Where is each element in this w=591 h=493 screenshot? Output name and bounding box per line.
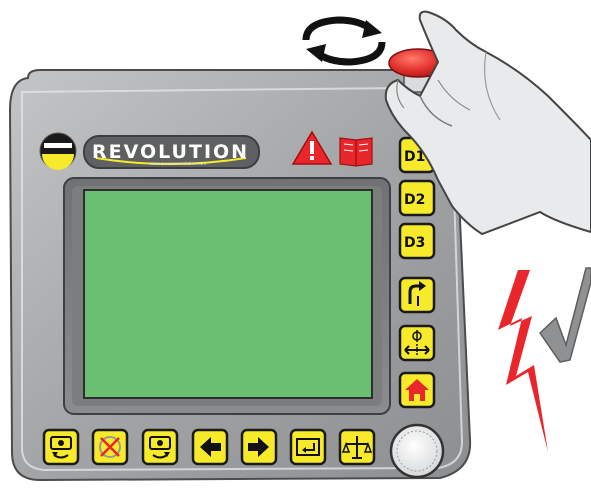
bottom-button-disabled[interactable] bbox=[91, 428, 129, 466]
side-button-d2[interactable]: D2 bbox=[398, 179, 436, 217]
illustration: REVOLUTION www.mecanarevolution.com D1 D… bbox=[8, 10, 591, 482]
brand-logo bbox=[39, 132, 77, 170]
side-button-phi-spread[interactable] bbox=[398, 324, 436, 362]
jog-wheel[interactable] bbox=[389, 423, 445, 479]
brand-name: REVOLUTION bbox=[92, 141, 249, 163]
brand-badge: REVOLUTION www.mecanarevolution.com bbox=[83, 135, 260, 169]
bottom-button-enter[interactable] bbox=[289, 428, 327, 466]
rotate-arrows-icon bbox=[302, 16, 386, 66]
brand-url: www.mecanarevolution.com bbox=[150, 161, 206, 166]
bottom-button-scale[interactable] bbox=[338, 428, 376, 466]
display-screen[interactable] bbox=[83, 189, 373, 399]
side-button-home[interactable] bbox=[398, 371, 436, 409]
bottom-button-arrow-right[interactable] bbox=[240, 428, 278, 466]
bottom-button-cycle-right[interactable] bbox=[141, 428, 179, 466]
svg-text:D3: D3 bbox=[404, 235, 425, 251]
check-mark-icon bbox=[539, 267, 591, 363]
lightning-bolt-icon bbox=[498, 270, 548, 452]
side-button-d3[interactable]: D3 bbox=[398, 222, 436, 260]
side-button-curved-arrow[interactable] bbox=[398, 276, 436, 314]
bottom-button-cycle-left[interactable] bbox=[42, 428, 80, 466]
svg-text:D2: D2 bbox=[404, 192, 425, 208]
bottom-button-arrow-left[interactable] bbox=[191, 428, 229, 466]
manual-book-icon bbox=[339, 137, 373, 167]
